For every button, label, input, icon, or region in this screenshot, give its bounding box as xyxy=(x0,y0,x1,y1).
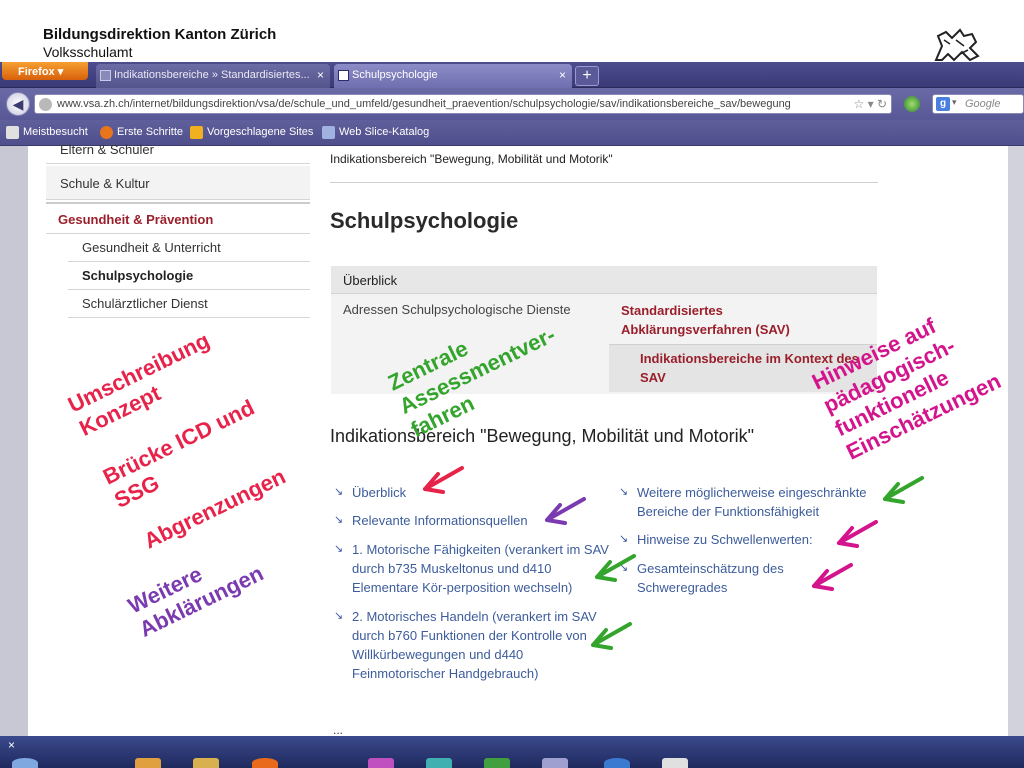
sidebar-item-schulpsychologie[interactable]: Schulpsychologie xyxy=(68,262,310,290)
excel-icon[interactable] xyxy=(484,758,510,768)
close-icon[interactable]: × xyxy=(8,738,15,752)
sidebar-item-gesundheit-praevention[interactable]: Gesundheit & Prävention xyxy=(46,202,310,234)
bookmark-label: Vorgeschlagene Sites xyxy=(207,126,314,138)
ie-icon[interactable] xyxy=(604,758,630,768)
organization-subtitle: Volksschulamt xyxy=(43,44,133,60)
os-taskbar: × xyxy=(0,736,1024,768)
sidebar-item-gesundheit-unterricht[interactable]: Gesundheit & Unterricht xyxy=(68,234,310,262)
bookmark-label: Erste Schritte xyxy=(117,126,184,138)
sidebar-item-schule-kultur[interactable]: Schule & Kultur xyxy=(46,166,310,200)
search-input[interactable]: g ▾ Google xyxy=(932,94,1024,114)
sidebar-item-eltern-schueler[interactable]: Eltern & Schüler xyxy=(46,138,310,164)
link-hinweise-schwellenwerte[interactable]: ↘ Hinweise zu Schwellenwerten: xyxy=(615,530,905,549)
link-label: Hinweise zu Schwellenwerten: xyxy=(637,532,813,547)
close-icon[interactable]: × xyxy=(317,68,324,82)
right-window-edge xyxy=(1008,146,1024,736)
page-title: Schulpsychologie xyxy=(330,208,519,233)
arrow-down-right-icon: ↘ xyxy=(334,514,344,526)
link-ueberblick[interactable]: ↘ Überblick xyxy=(330,483,610,502)
link-label: 1. Motorische Fähigkeiten (verankert im … xyxy=(352,542,609,595)
link-motorisches-handeln[interactable]: ↘ 2. Motorisches Handeln (verankert im S… xyxy=(330,607,610,683)
page-icon xyxy=(322,126,335,139)
url-text: www.vsa.zh.ch/internet/bildungsdirektion… xyxy=(57,98,791,110)
zurich-lion-logo-icon xyxy=(934,28,980,62)
bookmark-erste-schritte[interactable]: Erste Schritte xyxy=(100,126,184,139)
arrow-down-right-icon: ↘ xyxy=(619,486,629,498)
tab-indikationsbereiche[interactable]: Indikationsbereiche » Standardisiertes..… xyxy=(96,64,330,88)
bookmark-web-slice[interactable]: Web Slice-Katalog xyxy=(322,126,430,139)
site-favicon-icon xyxy=(338,70,349,81)
addon-icon[interactable] xyxy=(904,96,920,112)
firefox-taskbar-icon[interactable] xyxy=(252,758,278,768)
arrow-down-right-icon: ↘ xyxy=(334,543,344,555)
breadcrumb: Indikationsbereich "Bewegung, Mobilität … xyxy=(330,152,613,166)
link-gesamteinschaetzung[interactable]: ↘ Gesamteinschätzung des Schweregrades xyxy=(615,559,815,597)
new-tab-button[interactable]: + xyxy=(575,66,599,86)
close-icon[interactable]: × xyxy=(559,68,566,82)
arrow-down-right-icon: ↘ xyxy=(619,533,629,545)
link-label: Gesamteinschätzung des Schweregrades xyxy=(637,561,784,595)
app-icon[interactable] xyxy=(662,758,688,768)
link-motorische-faehigkeiten[interactable]: ↘ 1. Motorische Fähigkeiten (verankert i… xyxy=(330,540,610,597)
link-relevante-informationsquellen[interactable]: ↘ Relevante Informationsquellen xyxy=(330,511,610,530)
sav-link[interactable]: Standardisiertes Abklärungsverfahren (SA… xyxy=(621,301,807,339)
organization-title: Bildungsdirektion Kanton Zürich xyxy=(43,26,277,43)
arrow-down-right-icon: ↘ xyxy=(334,486,344,498)
link-label: Relevante Informationsquellen xyxy=(352,513,528,528)
link-weitere-bereiche[interactable]: ↘ Weitere möglicherweise eingeschränkte … xyxy=(615,483,905,521)
address-bar[interactable]: www.vsa.zh.ch/internet/bildungsdirektion… xyxy=(34,94,892,114)
tab-schulpsychologie[interactable]: Schulpsychologie × xyxy=(334,64,572,88)
tab-label: Schulpsychologie xyxy=(352,69,438,81)
google-icon: g xyxy=(936,97,950,111)
dropdown-icon[interactable]: ▾ xyxy=(868,97,874,111)
explorer-icon[interactable] xyxy=(135,758,161,768)
bookmark-label: Meistbesucht xyxy=(23,126,88,138)
arrow-down-right-icon: ↘ xyxy=(334,610,344,622)
browser-tab-bar: Firefox ▾ Indikationsbereiche » Standard… xyxy=(0,62,1024,88)
arrow-down-right-icon: ↘ xyxy=(619,562,629,574)
link-label: 2. Motorisches Handeln (verankert im SAV… xyxy=(352,609,597,681)
bookmark-meistbesucht[interactable]: Meistbesucht xyxy=(6,126,88,139)
reload-icon[interactable]: ↻ xyxy=(877,97,887,111)
tab-label: Indikationsbereiche » Standardisiertes..… xyxy=(114,69,310,81)
search-placeholder: Google xyxy=(965,98,1001,110)
gear-icon xyxy=(6,126,19,139)
firefox-menu-label: Firefox xyxy=(18,66,55,78)
section-heading: Indikationsbereich "Bewegung, Mobilität … xyxy=(330,426,755,446)
divider xyxy=(330,182,878,183)
sidebar-item-schulaerztlicher-dienst[interactable]: Schulärztlicher Dienst xyxy=(68,290,310,318)
slide-header: Bildungsdirektion Kanton Zürich Volkssch… xyxy=(0,0,1024,62)
star-icon[interactable]: ☆ xyxy=(853,97,864,111)
start-orb-icon[interactable] xyxy=(12,758,38,768)
app-icon[interactable] xyxy=(542,758,568,768)
page-bottom-mark: ... xyxy=(333,723,344,737)
left-window-edge xyxy=(0,146,28,736)
link-label: Weitere möglicherweise eingeschränkte Be… xyxy=(637,485,867,519)
firefox-menu-button[interactable]: Firefox ▾ xyxy=(2,62,88,80)
chevron-down-icon: ▾ xyxy=(57,66,64,78)
bookmark-label: Web Slice-Katalog xyxy=(339,126,430,138)
bookmark-vorgeschlagene-sites[interactable]: Vorgeschlagene Sites xyxy=(190,126,314,139)
app-icon[interactable] xyxy=(426,758,452,768)
back-button[interactable]: ◀ xyxy=(6,92,30,116)
folder-icon[interactable] xyxy=(193,758,219,768)
globe-icon xyxy=(39,98,52,111)
url-actions: ☆ ▾ ↻ xyxy=(849,97,887,111)
overview-header[interactable]: Überblick xyxy=(331,266,877,294)
app-icon[interactable] xyxy=(368,758,394,768)
link-label: Überblick xyxy=(352,485,407,500)
annotation-weitere-abklaerungen: Weitere Abklärungen xyxy=(124,560,268,642)
navigation-bar: ◀ www.vsa.zh.ch/internet/bildungsdirekti… xyxy=(0,88,1024,120)
page-icon xyxy=(100,70,111,81)
magenta-arrow-icon xyxy=(812,563,853,591)
chevron-down-icon[interactable]: ▾ xyxy=(952,97,957,108)
